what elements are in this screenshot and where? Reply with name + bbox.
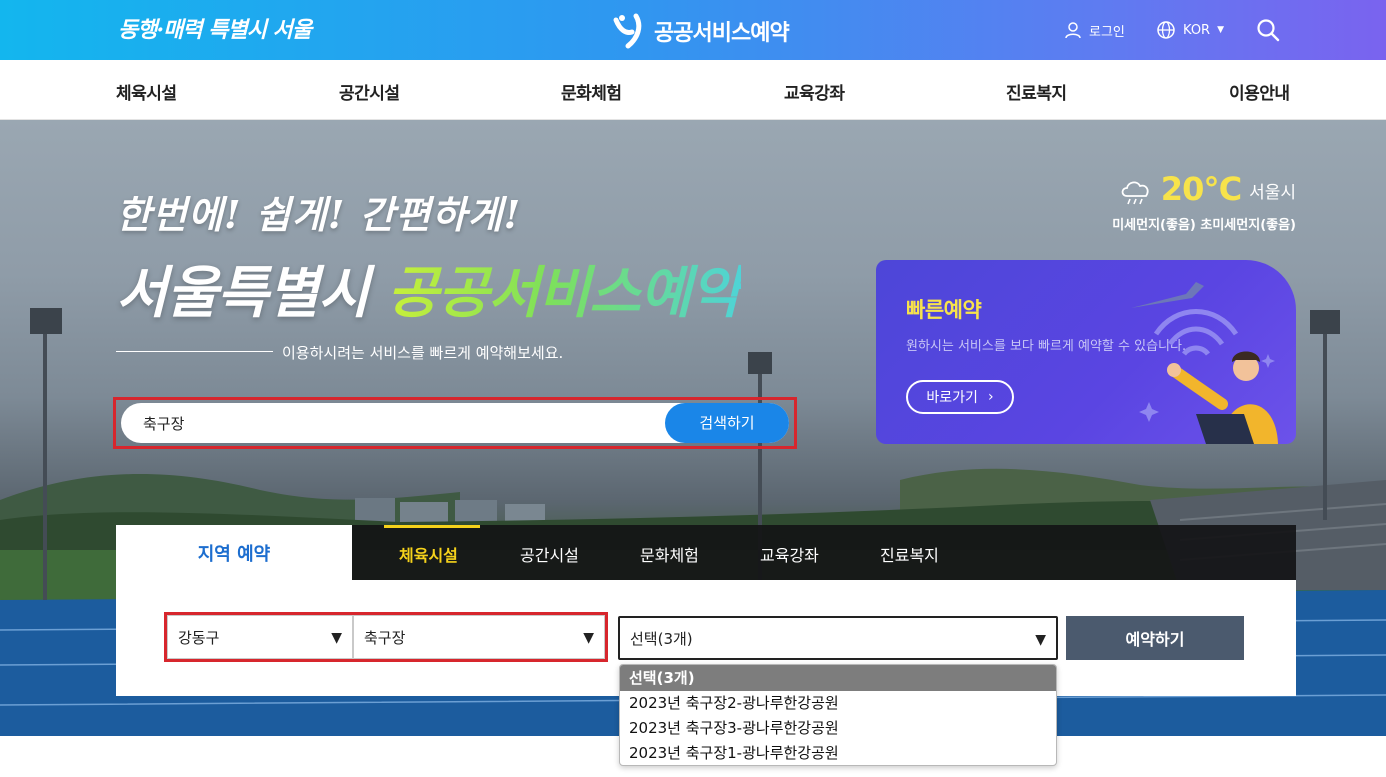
hero-search-box: 검색하기 [121, 403, 789, 443]
dropdown-arrow-icon: ▼ [583, 630, 594, 646]
search-button[interactable]: 검색하기 [665, 403, 789, 443]
main-navigation: 체육시설 공간시설 문화체험 교육강좌 진료복지 이용안내 [0, 60, 1386, 120]
facility-select-value: 선택(3개) [630, 629, 693, 648]
caret-down-icon: ▼ [1217, 25, 1225, 35]
facility-type-value: 축구장 [364, 628, 406, 647]
search-highlight-box: 검색하기 [113, 397, 797, 449]
tab-medical[interactable]: 진료복지 [880, 542, 939, 566]
nav-item-space[interactable]: 공간시설 [339, 79, 400, 104]
seoul-slogan-logo[interactable]: 동행·매력 특별시 서울 [118, 12, 312, 44]
active-tab-indicator [384, 525, 480, 528]
dropdown-option[interactable]: 2023년 축구장1-광나루한강공원 [620, 741, 1056, 765]
service-brand-logo[interactable]: 공공서비스예약 [612, 12, 790, 50]
dust-status: 미세먼지(좋음) 초미세먼지(좋음) [1112, 218, 1296, 233]
language-selector[interactable]: KOR ▼ [1156, 18, 1224, 42]
globe-icon [1157, 21, 1175, 39]
select-highlight-box: 강동구 ▼ 축구장 ▼ [164, 612, 608, 662]
reservation-tab-bar: 지역 예약 체육시설 공간시설 문화체험 교육강좌 진료복지 [116, 525, 1296, 580]
search-icon[interactable] [1256, 18, 1280, 42]
weather-widget: 20℃ 서울시 미세먼지(좋음) 초미세먼지(좋음) [1112, 172, 1296, 233]
subtitle-divider [116, 351, 273, 352]
tab-education[interactable]: 교육강좌 [760, 542, 819, 566]
weather-city: 서울시 [1249, 183, 1296, 203]
chevron-right-icon: › [987, 389, 994, 405]
dropdown-option[interactable]: 2023년 축구장3-광나루한강공원 [620, 716, 1056, 741]
dropdown-option[interactable]: 2023년 축구장2-광나루한강공원 [620, 691, 1056, 716]
dropdown-arrow-icon: ▼ [331, 630, 342, 646]
nav-item-culture[interactable]: 문화체험 [561, 79, 622, 104]
headline-prefix: 서울특별시 [116, 260, 370, 326]
quick-title: 빠른예약 [906, 298, 982, 322]
facility-dropdown-list: 선택(3개) 2023년 축구장2-광나루한강공원 2023년 축구장3-광나루… [619, 664, 1057, 766]
brand-mark-icon [613, 13, 642, 49]
district-value: 강동구 [178, 628, 220, 647]
reserve-button[interactable]: 예약하기 [1066, 616, 1244, 660]
nav-item-guide[interactable]: 이용안내 [1229, 79, 1290, 104]
user-icon [1065, 22, 1081, 39]
hero-search-input[interactable] [143, 403, 663, 443]
district-select[interactable]: 강동구 ▼ [167, 615, 353, 659]
hero-subtitle: 이용하시려는 서비스를 빠르게 예약해보세요. [282, 344, 564, 362]
quick-reservation-card[interactable]: 빠른예약 원하시는 서비스를 보다 빠르게 예약할 수 있습니다. 바로가기 › [876, 260, 1296, 444]
language-label: KOR [1183, 22, 1211, 38]
temperature: 20℃ [1160, 170, 1242, 208]
person-laptop-illustration [1131, 282, 1278, 444]
nav-item-sports[interactable]: 체육시설 [116, 79, 177, 104]
nav-item-medical[interactable]: 진료복지 [1006, 79, 1067, 104]
quick-go-button[interactable]: 바로가기 › [906, 380, 1014, 414]
top-bar: 동행·매력 특별시 서울 공공서비스예약 로그인 KOR ▼ [0, 0, 1386, 60]
headline-accent: 공공서비스예약 [387, 260, 742, 326]
dropdown-option[interactable]: 선택(3개) [620, 665, 1056, 691]
login-label: 로그인 [1089, 24, 1125, 40]
tab-sports[interactable]: 체육시설 [399, 542, 458, 566]
tab-space[interactable]: 공간시설 [520, 542, 579, 566]
facility-select[interactable]: 선택(3개) ▼ [618, 616, 1058, 660]
quick-go-label: 바로가기 [926, 390, 978, 406]
facility-type-select[interactable]: 축구장 ▼ [353, 615, 605, 659]
nav-item-education[interactable]: 교육강좌 [784, 79, 845, 104]
hero-headline-1: 한번에! 쉽게! 간편하게! [116, 192, 522, 237]
tab-region-reservation[interactable]: 지역 예약 [116, 525, 352, 580]
login-link[interactable]: 로그인 [1064, 18, 1125, 42]
tab-culture[interactable]: 문화체험 [640, 542, 699, 566]
cloud-rain-icon [1121, 181, 1149, 205]
brand-name: 공공서비스예약 [654, 21, 790, 46]
hero-headline-2: 서울특별시 공공서비스예약 [116, 248, 742, 329]
dropdown-arrow-icon: ▼ [1035, 632, 1046, 648]
